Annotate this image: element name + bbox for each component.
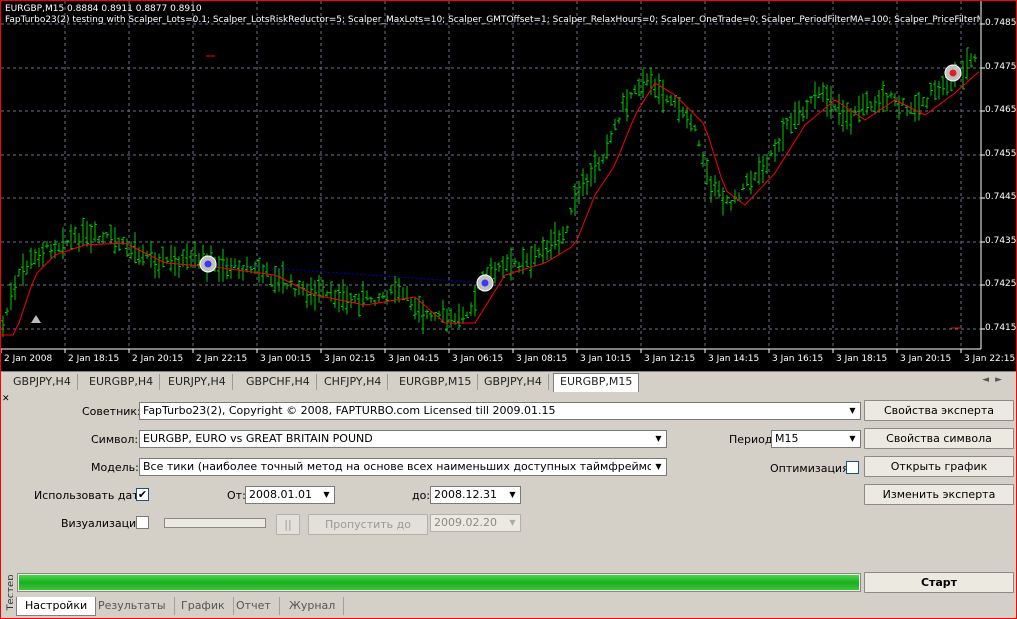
- period-select-value: M15: [775, 432, 799, 445]
- price-chart[interactable]: EURGBP,M15 0.8884 0.8911 0.8877 0.8910 F…: [1, 1, 1016, 371]
- model-select[interactable]: Все тики (наиболее точный метод на основ…: [139, 458, 667, 476]
- skip-date-value: 2009.02.20: [434, 516, 497, 529]
- tester-tab[interactable]: График: [173, 597, 234, 615]
- chevron-down-icon: ▼: [651, 431, 666, 447]
- time-tick-label: 3 Jan 00:15: [260, 354, 312, 364]
- chart-tab[interactable]: EURJPY,H4: [162, 374, 233, 390]
- visualization-label: Визуализация: [61, 517, 143, 530]
- time-tick-label: 3 Jan 16:15: [772, 354, 824, 364]
- chart-ea-comment: FapTurbo23(2) testing with Scalper_Lots=…: [5, 15, 980, 25]
- optimization-label: Оптимизация: [770, 462, 849, 475]
- time-tick-label: 3 Jan 22:15: [964, 354, 1016, 364]
- chart-symbol-label: EURGBP,M15 0.8884 0.8911 0.8877 0.8910: [5, 4, 202, 14]
- time-tick-label: 3 Jan 06:15: [452, 354, 504, 364]
- chart-tab[interactable]: EURGBP,H4: [83, 374, 161, 390]
- terminal-window: EURGBP,M15 0.8884 0.8911 0.8877 0.8910 F…: [0, 0, 1017, 619]
- chevron-down-icon: ▼: [505, 487, 520, 503]
- chevron-down-icon: ▼: [845, 403, 860, 419]
- visualization-speed-slider[interactable]: [164, 518, 266, 528]
- chart-tab[interactable]: GBPJPY,H4: [7, 374, 78, 390]
- optimization-checkbox[interactable]: [846, 461, 859, 474]
- price-tick-label: 0.7485: [985, 18, 1017, 28]
- period-select[interactable]: M15 ▼: [771, 430, 861, 448]
- price-tick-label: 0.7435: [985, 236, 1017, 246]
- expert-label: Советник:: [82, 405, 141, 418]
- to-date-value: 2008.12.31: [434, 488, 497, 501]
- open-chart-button[interactable]: Открыть график: [864, 456, 1014, 477]
- time-tick-label: 3 Jan 12:15: [644, 354, 696, 364]
- chart-tab[interactable]: GBPJPY,H4: [478, 374, 549, 390]
- chart-tab[interactable]: EURGBP,M15: [393, 374, 479, 390]
- tester-tab[interactable]: Отчет: [228, 597, 280, 615]
- time-tick-label: 3 Jan 20:15: [900, 354, 952, 364]
- trade-marker-core: [481, 279, 489, 287]
- use-date-label: Использовать дату: [34, 489, 146, 502]
- trade-marker-core: [204, 260, 212, 268]
- trade-line: [207, 263, 486, 284]
- price-tick-label: 0.7455: [985, 149, 1017, 159]
- tester-tab[interactable]: Настройки: [16, 597, 97, 616]
- expert-select-value: FapTurbo23(2), Copyright © 2008, FAPTURB…: [143, 404, 556, 417]
- chevron-down-icon: ▼: [651, 459, 666, 475]
- chart-tab-bar: GBPJPY,H4 EURGBP,H4 EURJPY,H4 GBPCHF,H4 CHFJ…: [1, 371, 1016, 392]
- time-tick-label: 2 Jan 2008: [4, 354, 53, 364]
- model-label: Модель:: [91, 461, 139, 474]
- expert-select[interactable]: FapTurbo23(2), Copyright © 2008, FAPTURB…: [139, 402, 861, 420]
- expert-properties-button[interactable]: Свойства эксперта: [864, 400, 1014, 421]
- time-tick-label: 3 Jan 04:15: [388, 354, 440, 364]
- price-tick-label: 0.7475: [985, 62, 1017, 72]
- time-tick-label: 3 Jan 10:15: [580, 354, 632, 364]
- to-date-picker[interactable]: 2008.12.31 ▼: [430, 486, 521, 504]
- use-date-checkbox[interactable]: ✔: [136, 488, 149, 501]
- time-tick-label: 3 Jan 08:15: [516, 354, 568, 364]
- time-tick-label: 2 Jan 18:15: [68, 354, 120, 364]
- skip-to-button[interactable]: Пропустить до: [308, 514, 428, 535]
- from-label: От:: [227, 489, 246, 502]
- price-tick-label: 0.7415: [985, 323, 1017, 333]
- from-date-value: 2008.01.01: [249, 488, 312, 501]
- chevron-down-icon: ▼: [845, 431, 860, 447]
- modify-expert-button[interactable]: Изменить эксперта: [864, 484, 1014, 505]
- chart-tab[interactable]: GBPCHF,H4: [240, 374, 317, 390]
- from-date-picker[interactable]: 2008.01.01 ▼: [245, 486, 335, 504]
- tab-scroll-arrows[interactable]: ◄►: [982, 375, 1008, 385]
- to-label: до:: [412, 489, 431, 502]
- symbol-select-value: EURGBP, EURO vs GREAT BRITAIN POUND: [143, 432, 373, 445]
- symbol-label: Символ:: [91, 433, 139, 446]
- period-label: Период:: [729, 433, 777, 446]
- strategy-tester-panel: Советник: FapTurbo23(2), Copyright © 200…: [13, 392, 1016, 618]
- chevron-down-icon: ▼: [505, 515, 520, 531]
- price-tick-label: 0.7425: [985, 279, 1017, 289]
- close-icon[interactable]: ✕: [2, 394, 10, 404]
- time-tick-label: 3 Jan 18:15: [836, 354, 888, 364]
- chart-canvas: [1, 1, 985, 353]
- chevron-down-icon: ▼: [319, 487, 334, 503]
- tester-tab[interactable]: Результаты: [90, 597, 175, 615]
- price-tick-label: 0.7465: [985, 105, 1017, 115]
- trade-marker-core: [949, 69, 957, 77]
- pause-button[interactable]: ||: [276, 514, 300, 535]
- start-button[interactable]: Старт: [864, 572, 1014, 593]
- time-tick-label: 3 Jan 14:15: [708, 354, 760, 364]
- tester-tab[interactable]: Журнал: [281, 597, 345, 615]
- chart-tab[interactable]: EURGBP,M15: [553, 373, 640, 392]
- test-progress-bar: [17, 573, 861, 592]
- time-tick-label: 2 Jan 22:15: [196, 354, 248, 364]
- price-tick-label: 0.7445: [985, 192, 1017, 202]
- test-progress-fill: [19, 575, 859, 590]
- visualization-checkbox[interactable]: [136, 516, 149, 529]
- time-tick-label: 2 Jan 20:15: [132, 354, 184, 364]
- chart-tab[interactable]: CHFJPY,H4: [318, 374, 389, 390]
- arrow-up-icon: [31, 315, 41, 323]
- symbol-properties-button[interactable]: Свойства символа: [864, 428, 1014, 449]
- time-tick-label: 3 Jan 02:15: [324, 354, 376, 364]
- model-select-value: Все тики (наиболее точный метод на основ…: [143, 460, 666, 473]
- skip-date-picker[interactable]: 2009.02.20 ▼: [430, 514, 521, 532]
- symbol-select[interactable]: EURGBP, EURO vs GREAT BRITAIN POUND ▼: [139, 430, 667, 448]
